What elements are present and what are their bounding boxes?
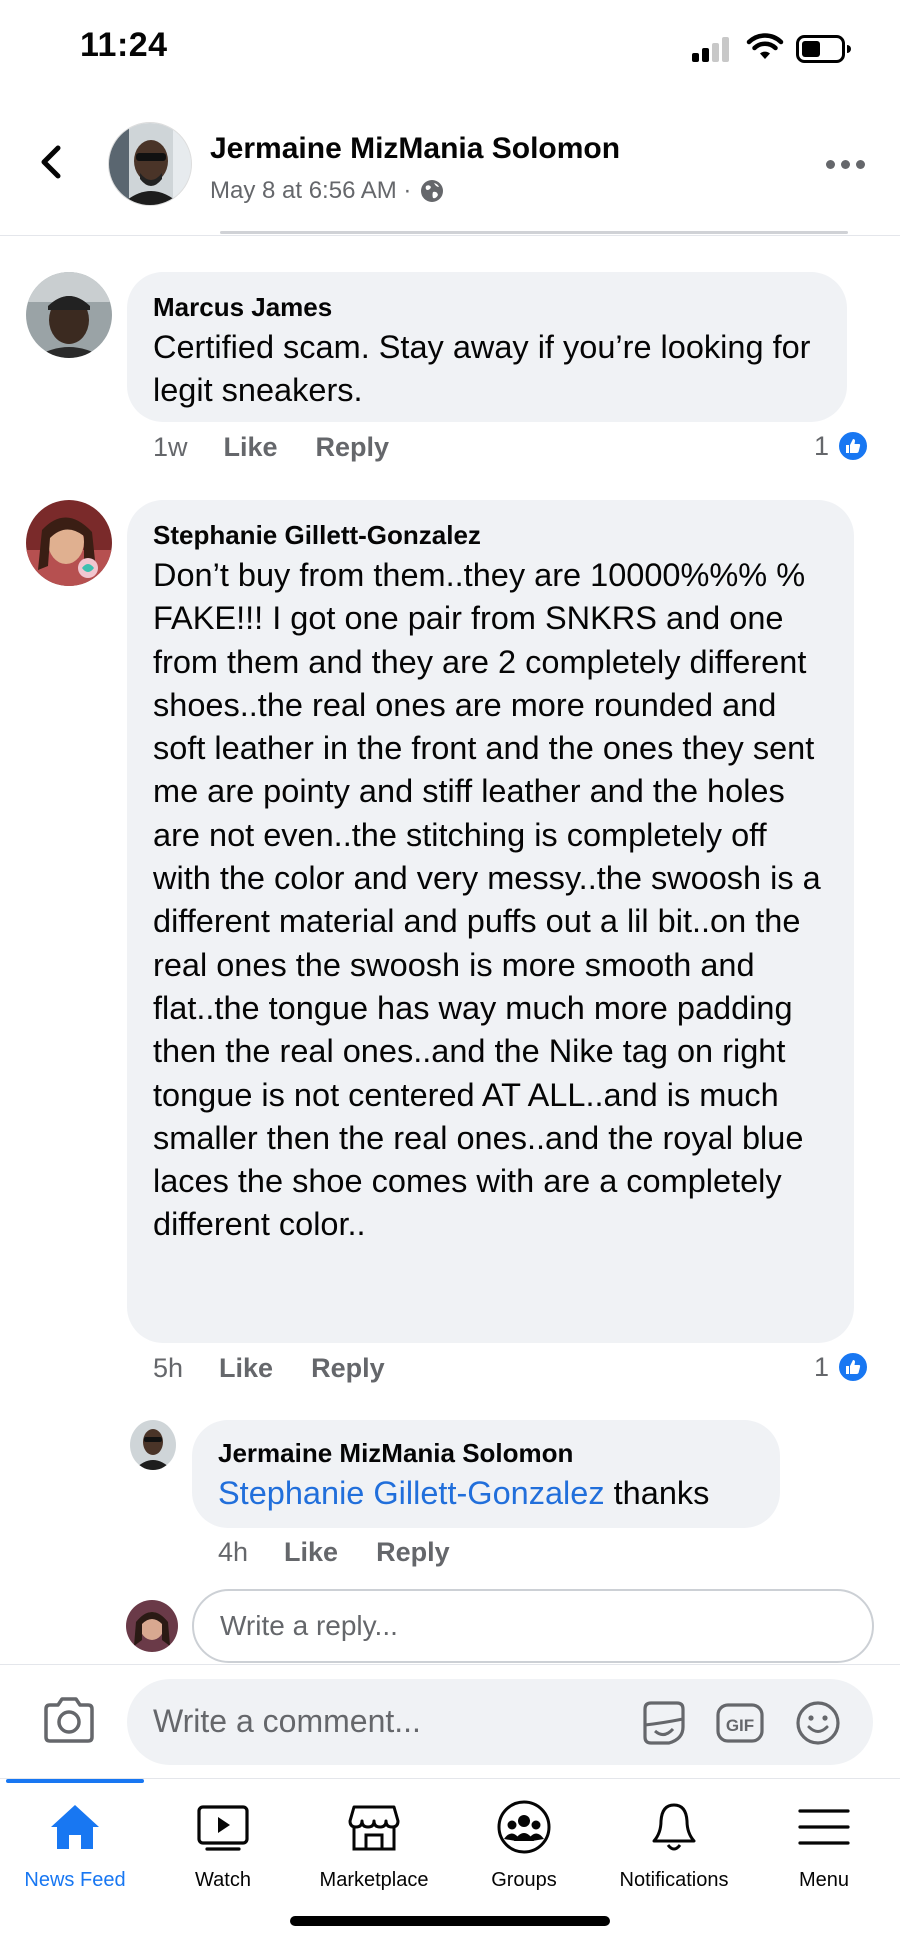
author-name[interactable]: Jermaine MizMania Solomon [210,132,620,166]
status-time: 11:24 [80,26,168,64]
tab-watch[interactable]: Watch [148,1799,298,1899]
post-divider [220,231,848,234]
like-button[interactable]: Like [284,1537,338,1568]
svg-text:GIF: GIF [726,1716,754,1735]
tab-label: Notifications [619,1869,729,1891]
battery-icon [796,35,851,63]
home-indicator[interactable] [290,1916,610,1926]
reaction-summary[interactable]: 1 [814,430,870,462]
comment-text: Don’t buy from them..they are 10000%%% %… [153,557,821,1243]
reply-input-placeholder: Write a reply... [220,1610,398,1641]
watch-icon [197,1805,249,1851]
reply-button[interactable]: Reply [316,432,390,463]
wifi-icon [746,33,784,59]
commenter-avatar[interactable] [26,272,112,358]
reaction-count: 1 [814,430,830,461]
reply-author-avatar[interactable] [130,1420,176,1470]
tab-groups[interactable]: Groups [449,1799,599,1899]
reaction-summary[interactable]: 1 [814,1351,870,1383]
current-user-avatar [126,1600,178,1652]
back-button[interactable] [30,140,74,184]
author-avatar[interactable] [108,122,192,206]
tab-label: News Feed [24,1869,126,1891]
comment-time: 5h [153,1353,184,1383]
groups-icon [497,1800,551,1854]
like-button[interactable]: Like [224,432,278,463]
tab-label: Menu [798,1869,850,1891]
home-icon [51,1805,99,1849]
reply-time: 4h [218,1537,249,1567]
reaction-count: 1 [814,1351,830,1382]
cellular-signal-icon [692,36,732,62]
post-header: Jermaine MizMania Solomon May 8 at 6:56 … [0,100,900,236]
marketplace-icon [348,1805,400,1851]
camera-icon[interactable] [42,1695,96,1745]
post-timestamp: May 8 at 6:56 AM · [210,177,412,204]
tab-notifications[interactable]: Notifications [599,1799,749,1899]
comment-actions: 5h Like Reply [153,1353,423,1384]
reply-bubble: Jermaine MizMania Solomon Stephanie Gill… [192,1420,780,1528]
comment-author[interactable]: Marcus James [153,290,821,324]
thumbs-up-icon [837,1351,870,1383]
tab-label: Groups [491,1869,557,1891]
emoji-icon[interactable] [793,1699,843,1747]
like-button[interactable]: Like [219,1353,273,1384]
globe-icon [421,180,444,202]
reply-text: Stephanie Gillett-Gonzalez thanks [218,1472,754,1515]
comment-text: Certified scam. Stay away if you’re look… [153,329,811,409]
tab-news-feed[interactable]: News Feed [0,1799,150,1899]
tab-label: Marketplace [319,1869,429,1891]
reply-body: thanks [613,1475,710,1511]
post-meta: May 8 at 6:56 AM · [210,177,445,205]
comment-author[interactable]: Stephanie Gillett-Gonzalez [153,518,828,552]
reply-button[interactable]: Reply [311,1353,385,1384]
thumbs-up-icon [837,430,870,462]
sticker-icon[interactable] [639,1699,689,1747]
comment-bubble: Marcus James Certified scam. Stay away i… [127,272,847,422]
commenter-avatar[interactable] [26,500,112,586]
more-options-icon[interactable] [826,156,870,172]
mention-link[interactable]: Stephanie Gillett-Gonzalez [218,1475,605,1511]
tab-label: Watch [195,1869,251,1891]
active-tab-indicator [6,1779,144,1783]
comment-composer: Write a comment... GIF [0,1664,900,1778]
menu-icon [798,1809,850,1845]
comment-actions: 1w Like Reply [153,432,427,463]
reply-author[interactable]: Jermaine MizMania Solomon [218,1436,754,1470]
reply-button[interactable]: Reply [376,1537,450,1568]
tab-marketplace[interactable]: Marketplace [299,1799,449,1899]
comment-input[interactable]: Write a comment... GIF [127,1679,873,1765]
reply-actions: 4h Like Reply [218,1537,488,1568]
comment-time: 1w [153,432,188,462]
reply-input[interactable]: Write a reply... [192,1589,874,1663]
comment-bubble: Stephanie Gillett-Gonzalez Don’t buy fro… [127,500,854,1343]
gif-icon[interactable]: GIF [715,1699,765,1747]
comment-input-placeholder: Write a comment... [153,1703,421,1739]
tab-menu[interactable]: Menu [749,1799,899,1899]
status-bar: 11:24 [0,0,900,100]
bell-icon [652,1803,696,1851]
